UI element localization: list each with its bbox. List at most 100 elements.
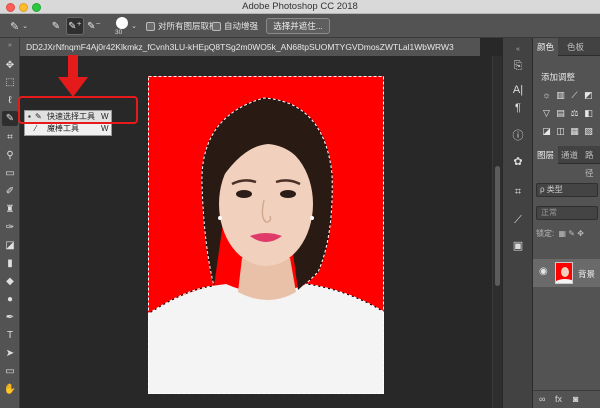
- threshold-adjust-icon[interactable]: ▦: [569, 126, 580, 136]
- document-tab[interactable]: DD2JXrNfnqmF4Aj0r42Klkmkz_fCvnh3LU-kHEpQ…: [20, 38, 480, 56]
- blend-mode-select[interactable]: 正常: [536, 206, 598, 220]
- quick-select-subtract-icon: ✎⁻: [87, 20, 101, 32]
- portrait-illustration: [148, 76, 384, 394]
- history-brush-tool-icon[interactable]: ✑: [2, 220, 18, 235]
- annotation-highlight-box: [18, 96, 138, 124]
- lock-image-icon[interactable]: ✎: [568, 229, 575, 238]
- brush-tool-icon[interactable]: ✐: [2, 184, 18, 199]
- history-panel-icon[interactable]: ⎘: [509, 58, 527, 74]
- invert-adjust-icon[interactable]: ◪: [541, 126, 552, 136]
- crop-tool-icon[interactable]: ⌗: [2, 130, 18, 145]
- type-tool-icon[interactable]: T: [2, 328, 18, 343]
- layer-name: 背景: [578, 269, 596, 279]
- layers-bottom-bar: ∞ fx ◙: [533, 390, 600, 408]
- visibility-eye-icon[interactable]: ◉: [539, 266, 548, 277]
- tool-preset-picker[interactable]: ✎ ⌄: [6, 17, 32, 35]
- properties-panel-icon[interactable]: ⌗: [509, 184, 527, 200]
- character-panel-icon[interactable]: A|: [509, 82, 527, 98]
- tools-panel: » ✥ ⬚ ℓ ✎ ⌗ ⚲ ▭ ✐ ♜ ✑ ◪ ▮ ◆ ● ✒ T ➤ ▭ ✋: [0, 38, 20, 408]
- quick-selection-tool-icon[interactable]: ✎: [2, 111, 18, 126]
- levels-adjust-icon[interactable]: ▥: [555, 90, 566, 100]
- sample-all-layers-checkbox[interactable]: [146, 22, 155, 31]
- color-tabs: 颜色 色板: [533, 38, 600, 56]
- hue-adjust-icon[interactable]: ▤: [555, 108, 566, 118]
- eraser-tool-icon[interactable]: ◪: [2, 238, 18, 253]
- gradient-map-adjust-icon[interactable]: ▧: [583, 126, 594, 136]
- lock-transparent-icon[interactable]: ▦: [558, 229, 566, 238]
- brush-size-value: 30: [115, 29, 123, 36]
- collapsed-panels-strip: « ⎘ A| ¶ ⓘ ✿ ⌗ ⟋ ▣: [503, 38, 533, 408]
- brush-preview-icon[interactable]: [116, 17, 128, 29]
- paths-panel-icon[interactable]: ⟋: [509, 212, 527, 228]
- canvas-vertical-scrollbar[interactable]: [492, 56, 502, 408]
- select-and-mask-button[interactable]: 选择并遮住...: [266, 18, 330, 34]
- scrollbar-thumb[interactable]: [495, 166, 500, 286]
- actions-panel-icon[interactable]: ▣: [509, 238, 527, 254]
- sample-all-layers-label: 对所有图层取样: [158, 21, 218, 31]
- flyout-item-label: 魔棒工具: [47, 124, 79, 133]
- auto-enhance-checkbox[interactable]: [212, 22, 221, 31]
- chevron-down-icon: ⌄: [22, 23, 29, 30]
- layer-filter-input[interactable]: ρ 类型: [536, 183, 598, 197]
- annotation-arrow-icon: [58, 55, 88, 97]
- layer-row[interactable]: ◉ 背景: [533, 259, 600, 287]
- right-panels: 颜色 色板 添加调整 ☼ ▥ ⟋ ◩ ▽ ▤ ⚖ ◧ ◪ ◫ ▦ ▧ 图层 通道…: [533, 38, 600, 408]
- flyout-item-magic-wand[interactable]: ⁄ 魔棒工具 W: [25, 123, 111, 135]
- layer-style-icon[interactable]: fx: [555, 394, 562, 404]
- add-to-selection-button[interactable]: ✎⁺: [66, 17, 84, 35]
- tab-paths[interactable]: 路径: [585, 146, 600, 178]
- link-layers-icon[interactable]: ∞: [539, 394, 545, 404]
- collapse-panels-icon[interactable]: «: [509, 42, 527, 58]
- paragraph-panel-icon[interactable]: ¶: [509, 100, 527, 116]
- tab-layers[interactable]: 图层: [533, 146, 559, 164]
- gradient-tool-icon[interactable]: ▮: [2, 256, 18, 271]
- magic-wand-icon: ⁄: [35, 124, 37, 133]
- app-title: Adobe Photoshop CC 2018: [242, 1, 358, 12]
- color-balance-adjust-icon[interactable]: ⚖: [569, 108, 580, 118]
- pen-tool-icon[interactable]: ✒: [2, 310, 18, 325]
- marquee-tool-icon[interactable]: ⬚: [2, 75, 18, 90]
- path-selection-tool-icon[interactable]: ➤: [2, 346, 18, 361]
- tab-color[interactable]: 颜色: [533, 38, 559, 56]
- blur-tool-icon[interactable]: ◆: [2, 274, 18, 289]
- exposure-adjust-icon[interactable]: ◩: [583, 90, 594, 100]
- options-bar: ✎ ⌄ ✎ ✎⁺ ✎⁻ 30 ⌄ 对所有图层取样 自动增强 选择并遮住...: [0, 14, 600, 38]
- layer-thumbnail-image: [556, 263, 572, 283]
- layer-thumbnail: [555, 262, 573, 284]
- layer-tabs: 图层 通道 路径: [533, 146, 600, 178]
- auto-enhance-label: 自动增强: [224, 21, 259, 31]
- brush-settings-icon[interactable]: ✿: [509, 154, 527, 170]
- clone-stamp-tool-icon[interactable]: ♜: [2, 202, 18, 217]
- vibrance-adjust-icon[interactable]: ▽: [541, 108, 552, 118]
- rectangle-tool-icon[interactable]: ▭: [2, 364, 18, 379]
- portrait-photo[interactable]: [148, 76, 384, 394]
- brush-icon: ✎: [9, 20, 20, 33]
- eyedropper-tool-icon[interactable]: ⚲: [2, 148, 18, 163]
- document-tab-bar: DD2JXrNfnqmF4Aj0r42Klkmkz_fCvnh3LU-kHEpQ…: [20, 38, 480, 56]
- healing-brush-tool-icon[interactable]: ▭: [2, 166, 18, 181]
- lock-position-icon[interactable]: ✥: [577, 229, 584, 238]
- hand-tool-icon[interactable]: ✋: [2, 382, 18, 397]
- collapse-toolbar-icon[interactable]: »: [2, 38, 18, 53]
- brush-picker-chevron-icon[interactable]: ⌄: [130, 17, 138, 35]
- info-panel-icon[interactable]: ⓘ: [509, 128, 527, 144]
- curves-adjust-icon[interactable]: ⟋: [569, 90, 580, 100]
- quick-select-new-icon: ✎: [51, 20, 61, 32]
- quick-select-add-icon: ✎⁺: [68, 20, 82, 32]
- brightness-adjust-icon[interactable]: ☼: [541, 90, 552, 100]
- adjustments-title: 添加调整: [541, 72, 576, 82]
- subtract-from-selection-button[interactable]: ✎⁻: [85, 17, 103, 35]
- lasso-tool-icon[interactable]: ℓ: [2, 93, 18, 108]
- flyout-item-shortcut: W: [101, 124, 109, 133]
- move-tool-icon[interactable]: ✥: [2, 58, 18, 73]
- tab-channels[interactable]: 通道: [561, 146, 578, 164]
- dodge-tool-icon[interactable]: ●: [2, 292, 18, 307]
- posterize-adjust-icon[interactable]: ◫: [555, 126, 566, 136]
- lock-label: 锁定:: [536, 229, 555, 238]
- title-bar: Adobe Photoshop CC 2018: [0, 0, 600, 14]
- tab-swatches[interactable]: 色板: [567, 38, 584, 56]
- black-white-adjust-icon[interactable]: ◧: [583, 108, 594, 118]
- new-selection-button[interactable]: ✎: [47, 17, 65, 35]
- layer-mask-icon[interactable]: ◙: [573, 394, 578, 404]
- lock-row: 锁定: ▦ ✎ ✥: [536, 228, 600, 242]
